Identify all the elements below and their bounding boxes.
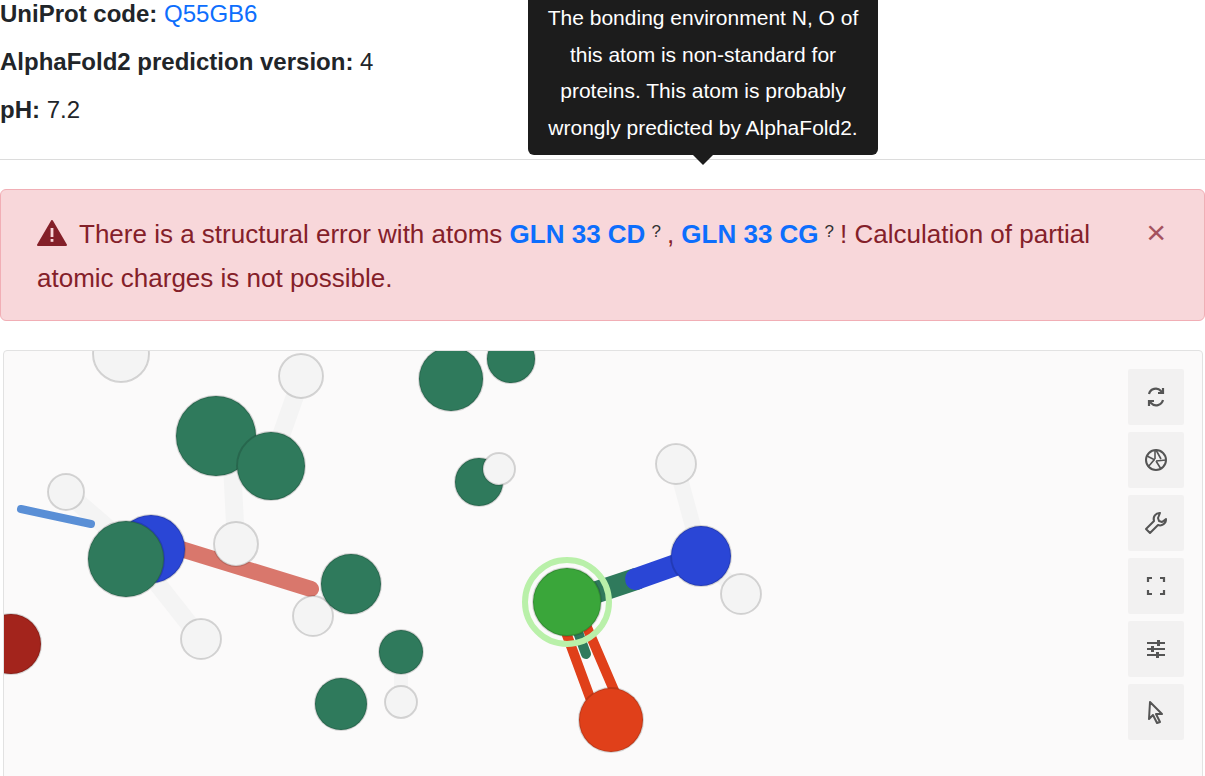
atom-link[interactable]: GLN 33 CG: [681, 219, 818, 249]
tooltip: The bonding environment N, O of this ato…: [528, 0, 878, 155]
alert-text: There is a structural error with atoms: [79, 219, 502, 249]
info-value[interactable]: Q55GB6: [164, 0, 257, 27]
warning-icon: [37, 220, 67, 246]
wrench-icon: [1143, 510, 1169, 536]
cursor-icon: [1143, 699, 1169, 725]
info-value: 7.2: [47, 96, 80, 123]
page: UniProt code: Q55GB6 AlphaFold2 predictio…: [0, 0, 1205, 766]
tooltip-arrow: [693, 155, 713, 165]
info-value: 4: [360, 48, 373, 75]
info-label: UniProt code:: [0, 0, 157, 27]
aperture-icon: [1143, 447, 1169, 473]
molecule-render[interactable]: [4, 351, 1203, 776]
close-button[interactable]: ×: [1142, 210, 1170, 254]
controls-button[interactable]: [1128, 621, 1184, 677]
fullscreen-button[interactable]: [1128, 558, 1184, 614]
settings-button[interactable]: [1128, 495, 1184, 551]
error-alert: There is a structural error with atoms G…: [0, 189, 1205, 321]
viewer-toolbar: [1128, 369, 1184, 740]
tooltip-text: The bonding environment N, O of this ato…: [548, 6, 859, 139]
separator: ,: [667, 219, 674, 249]
expand-icon: [1143, 573, 1169, 599]
select-mode-button[interactable]: [1128, 684, 1184, 740]
sliders-icon: [1143, 636, 1169, 662]
rotate-icon: [1143, 384, 1169, 410]
divider: [0, 159, 1205, 160]
info-label: pH:: [0, 96, 40, 123]
reset-view-button[interactable]: [1128, 369, 1184, 425]
atom-link[interactable]: GLN 33 CD: [510, 219, 646, 249]
help-mark[interactable]: ?: [825, 222, 834, 241]
molecule-viewer[interactable]: [3, 350, 1203, 776]
help-mark[interactable]: ?: [651, 222, 660, 241]
info-label: AlphaFold2 prediction version:: [0, 48, 353, 75]
screenshot-button[interactable]: [1128, 432, 1184, 488]
